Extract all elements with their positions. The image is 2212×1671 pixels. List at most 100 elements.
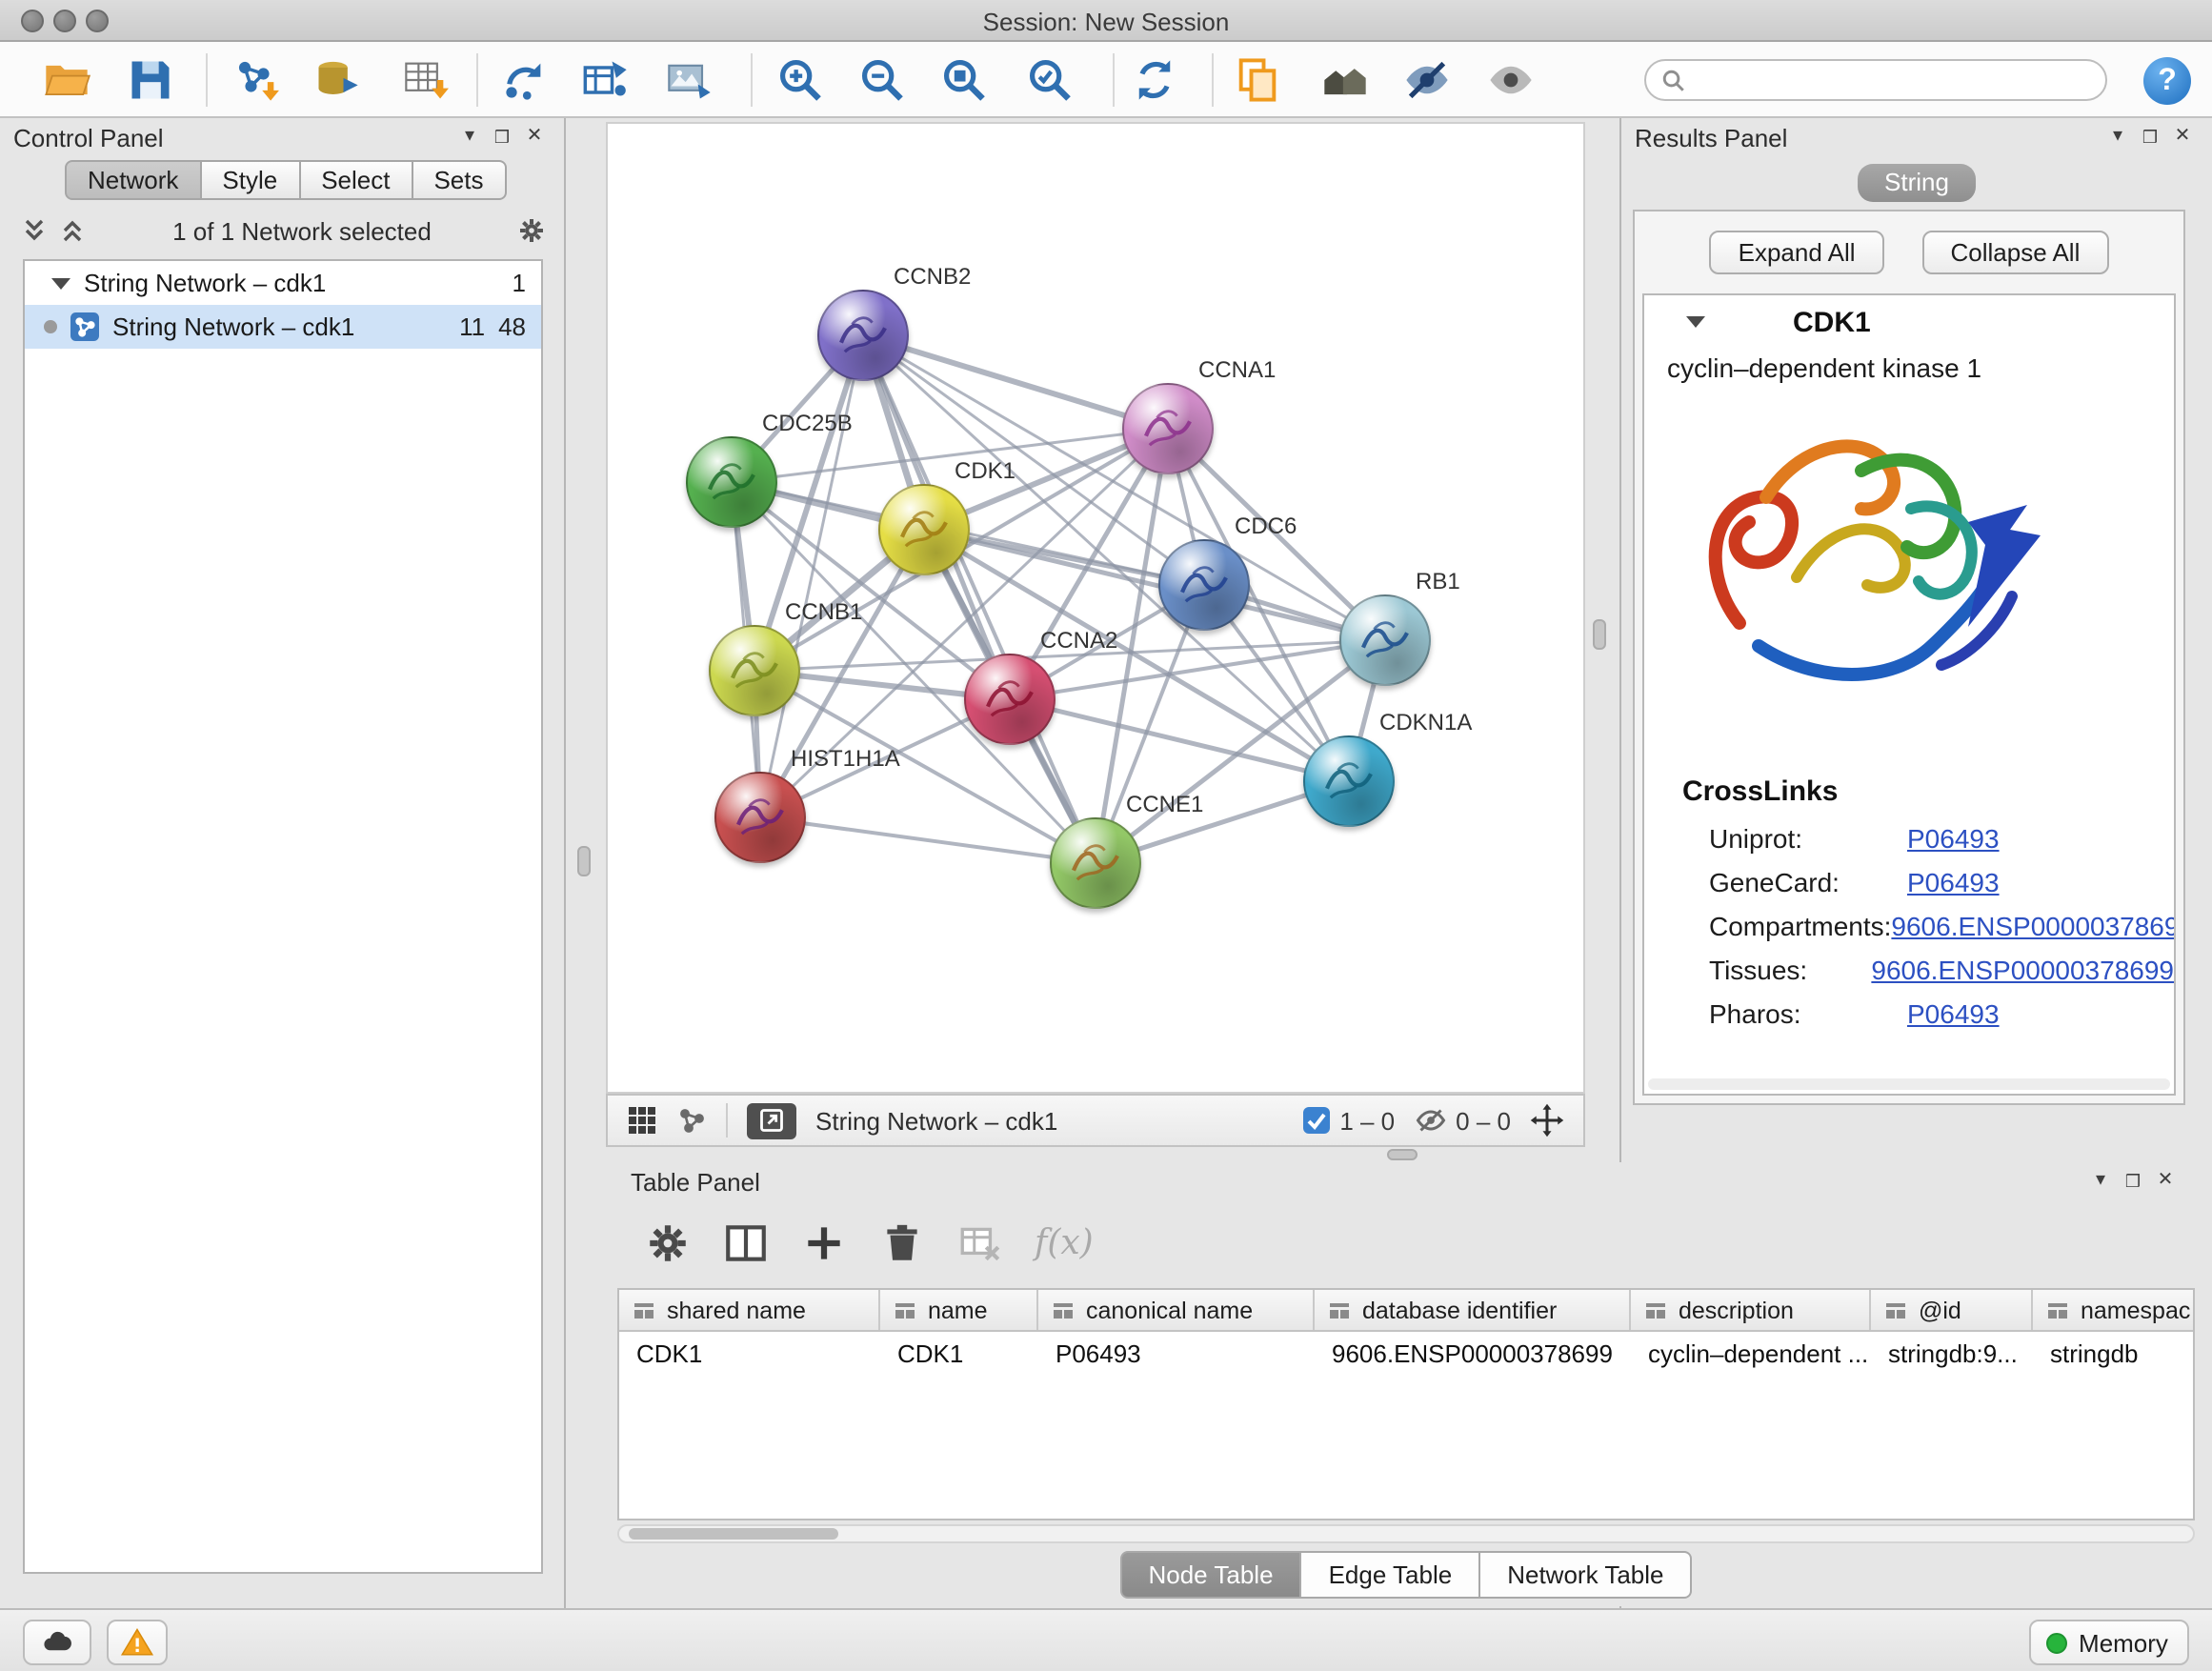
- network-node-CCNA2[interactable]: [964, 654, 1056, 745]
- zoom-fit-button[interactable]: [939, 55, 989, 105]
- network-node-HIST1H1A[interactable]: [714, 772, 806, 863]
- gear-icon[interactable]: [516, 215, 547, 246]
- warnings-button[interactable]: [107, 1620, 168, 1665]
- network-edge-CDK1-RB1[interactable]: [924, 530, 1385, 640]
- column-type-icon: [1328, 1299, 1351, 1321]
- export-image-button[interactable]: [665, 55, 714, 105]
- column-header-name[interactable]: name: [880, 1290, 1038, 1330]
- help-button[interactable]: ?: [2143, 57, 2191, 105]
- crosslink-link[interactable]: P06493: [1907, 866, 2000, 896]
- panel-float-icon[interactable]: ❒: [486, 118, 518, 156]
- column-type-icon: [1644, 1299, 1667, 1321]
- import-network-button[interactable]: [232, 55, 282, 105]
- panel-close-icon[interactable]: ✕: [518, 118, 551, 156]
- open-in-window-button[interactable]: [747, 1102, 796, 1138]
- tree-caret-icon[interactable]: [51, 277, 70, 289]
- network-node-CDC6[interactable]: [1158, 539, 1250, 631]
- network-edge-CCNB2-CCNE1[interactable]: [863, 335, 1096, 863]
- crosslink-link[interactable]: P06493: [1907, 822, 2000, 853]
- collapse-all-icon[interactable]: [19, 215, 50, 246]
- home-views-button[interactable]: [1320, 55, 1370, 105]
- cloud-status-button[interactable]: [23, 1620, 91, 1665]
- network-collection-row[interactable]: String Network – cdk1 1: [25, 261, 541, 305]
- search-input[interactable]: [1696, 67, 2090, 93]
- network-node-RB1[interactable]: [1339, 594, 1431, 686]
- panel-close-icon[interactable]: ✕: [2166, 118, 2199, 156]
- panel-collapse-icon[interactable]: ▾: [2101, 118, 2134, 156]
- panel-float-icon[interactable]: ❒: [2117, 1162, 2149, 1200]
- selected-checkbox-icon[interactable]: [1301, 1105, 1332, 1136]
- zoom-in-button[interactable]: [775, 55, 825, 105]
- network-node-CCNB2[interactable]: [817, 290, 909, 381]
- memory-button[interactable]: Memory: [2029, 1620, 2189, 1665]
- collapse-all-button[interactable]: Collapse All: [1922, 230, 2109, 273]
- column-header-namespac[interactable]: namespac: [2033, 1290, 2195, 1330]
- network-share-icon[interactable]: [676, 1105, 707, 1136]
- show-columns-icon[interactable]: [722, 1218, 770, 1266]
- panel-float-icon[interactable]: ❒: [2134, 118, 2166, 156]
- network-node-CCNE1[interactable]: [1050, 817, 1141, 909]
- network-row[interactable]: String Network – cdk1 11 48: [25, 305, 541, 349]
- crosslinks-title: CrossLinks: [1644, 756, 2174, 815]
- control-tab-style[interactable]: Style: [201, 160, 300, 200]
- panel-collapse-icon[interactable]: ▾: [453, 118, 486, 156]
- clone-network-button[interactable]: [1233, 55, 1282, 105]
- pan-crosshair-icon[interactable]: [1530, 1103, 1564, 1137]
- network-node-CDC25B[interactable]: [686, 436, 777, 528]
- expand-all-icon[interactable]: [57, 215, 88, 246]
- refresh-view-button[interactable]: [1130, 55, 1179, 105]
- network-node-CDK1[interactable]: [878, 484, 970, 575]
- table-settings-gear-icon[interactable]: [644, 1218, 692, 1266]
- column-header--id[interactable]: @id: [1871, 1290, 2033, 1330]
- crosslink-link[interactable]: P06493: [1907, 997, 2000, 1028]
- column-header-description[interactable]: description: [1631, 1290, 1871, 1330]
- column-header-canonical-name[interactable]: canonical name: [1038, 1290, 1315, 1330]
- network-node-CCNB1[interactable]: [709, 625, 800, 716]
- open-session-button[interactable]: [42, 55, 91, 105]
- import-table-button[interactable]: [402, 55, 452, 105]
- network-edge-CCNB2-CCNA1[interactable]: [863, 335, 1168, 429]
- panel-close-icon[interactable]: ✕: [2149, 1162, 2182, 1200]
- hscroll-thumb[interactable]: [629, 1528, 838, 1540]
- results-scrollbar[interactable]: [1648, 1078, 2170, 1090]
- table-row[interactable]: CDK1CDK1P064939606.ENSP00000378699cyclin…: [619, 1332, 2193, 1374]
- import-database-button[interactable]: [312, 55, 362, 105]
- control-tab-select[interactable]: Select: [300, 160, 412, 200]
- delete-column-icon[interactable]: [878, 1218, 926, 1266]
- table-hscrollbar[interactable]: [617, 1524, 2195, 1543]
- crosslink-link[interactable]: 9606.ENSP00000378699: [1891, 910, 2176, 940]
- tab-network-table[interactable]: Network Table: [1480, 1551, 1692, 1599]
- zoom-out-button[interactable]: [857, 55, 907, 105]
- protein-card-caret-icon[interactable]: [1686, 316, 1705, 328]
- expand-all-button[interactable]: Expand All: [1710, 230, 1884, 273]
- panel-collapse-icon[interactable]: ▾: [2084, 1162, 2117, 1200]
- network-from-table-button[interactable]: [581, 55, 631, 105]
- tab-string[interactable]: String: [1858, 164, 1976, 202]
- left-splitter-handle[interactable]: [577, 846, 591, 876]
- crosslink-link[interactable]: 9606.ENSP00000378699: [1871, 954, 2174, 984]
- refresh-network-button[interactable]: [499, 55, 549, 105]
- network-edge-HIST1H1A-CCNE1[interactable]: [760, 817, 1096, 863]
- tab-node-table[interactable]: Node Table: [1119, 1551, 1301, 1599]
- add-column-icon[interactable]: [800, 1218, 848, 1266]
- save-session-button[interactable]: [126, 55, 175, 105]
- control-tab-sets[interactable]: Sets: [412, 160, 506, 200]
- birds-eye-grid-icon[interactable]: [627, 1105, 657, 1136]
- column-header-shared-name[interactable]: shared name: [619, 1290, 880, 1330]
- network-node-CDKN1A[interactable]: [1303, 735, 1395, 827]
- table-tabs: Node TableEdge TableNetwork Table: [617, 1551, 2195, 1599]
- crosslink-label: Tissues:: [1709, 954, 1871, 984]
- function-builder-button[interactable]: f(x): [1035, 1222, 1094, 1262]
- show-all-button[interactable]: [1486, 55, 1536, 105]
- network-node-CCNA1[interactable]: [1122, 383, 1214, 474]
- table-toolbar: f(x): [617, 1200, 2195, 1284]
- bottom-splitter-handle[interactable]: [1387, 1149, 1418, 1160]
- hidden-eye-icon[interactable]: [1414, 1103, 1448, 1137]
- tab-edge-table[interactable]: Edge Table: [1302, 1551, 1481, 1599]
- zoom-selected-button[interactable]: [1025, 55, 1075, 105]
- control-tab-network[interactable]: Network: [65, 160, 201, 200]
- right-splitter-handle[interactable]: [1593, 619, 1606, 650]
- column-header-database-identifier[interactable]: database identifier: [1315, 1290, 1631, 1330]
- hide-selected-button[interactable]: [1402, 55, 1452, 105]
- network-canvas[interactable]: CCNB2CCNA1CDC25BCDK1CDC6RB1CCNB1CCNA2CDK…: [606, 122, 1585, 1094]
